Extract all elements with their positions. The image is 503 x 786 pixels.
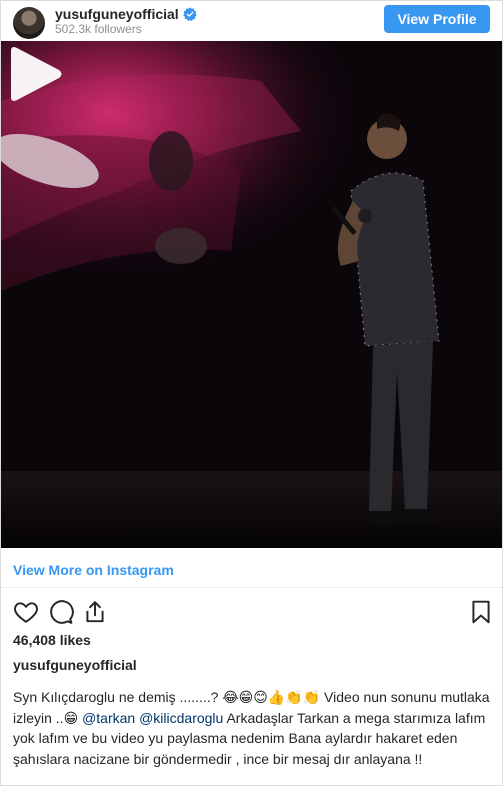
header-username[interactable]: yusufguneyofficial [55, 6, 179, 22]
like-count[interactable]: 46,408 likes [13, 632, 91, 648]
post-header: yusufguneyofficial 502.3k followers View… [1, 1, 502, 41]
play-icon[interactable] [1, 41, 67, 107]
heart-icon[interactable] [13, 599, 39, 625]
username-row: yusufguneyofficial [55, 6, 197, 22]
post-caption: Syn Kılıçdaroglu ne demiş ........? 😂😁😊👍… [13, 687, 491, 769]
follower-count: 502.3k followers [55, 22, 142, 36]
instagram-embed-card: yusufguneyofficial 502.3k followers View… [0, 0, 503, 786]
video-player[interactable] [1, 41, 502, 548]
mention-tarkan[interactable]: @tarkan [82, 710, 135, 726]
mention-kilicdaroglu[interactable]: @kilicdaroglu [139, 710, 223, 726]
view-more-link[interactable]: View More on Instagram [13, 562, 174, 578]
profile-avatar[interactable] [13, 7, 45, 39]
view-profile-button[interactable]: View Profile [384, 5, 490, 33]
caption-username[interactable]: yusufguneyofficial [13, 657, 137, 673]
video-frame [1, 41, 502, 548]
comment-icon[interactable] [48, 599, 74, 625]
share-icon[interactable] [82, 599, 108, 625]
divider [1, 587, 502, 588]
bookmark-icon[interactable] [468, 599, 494, 625]
verified-badge-icon [182, 7, 197, 21]
